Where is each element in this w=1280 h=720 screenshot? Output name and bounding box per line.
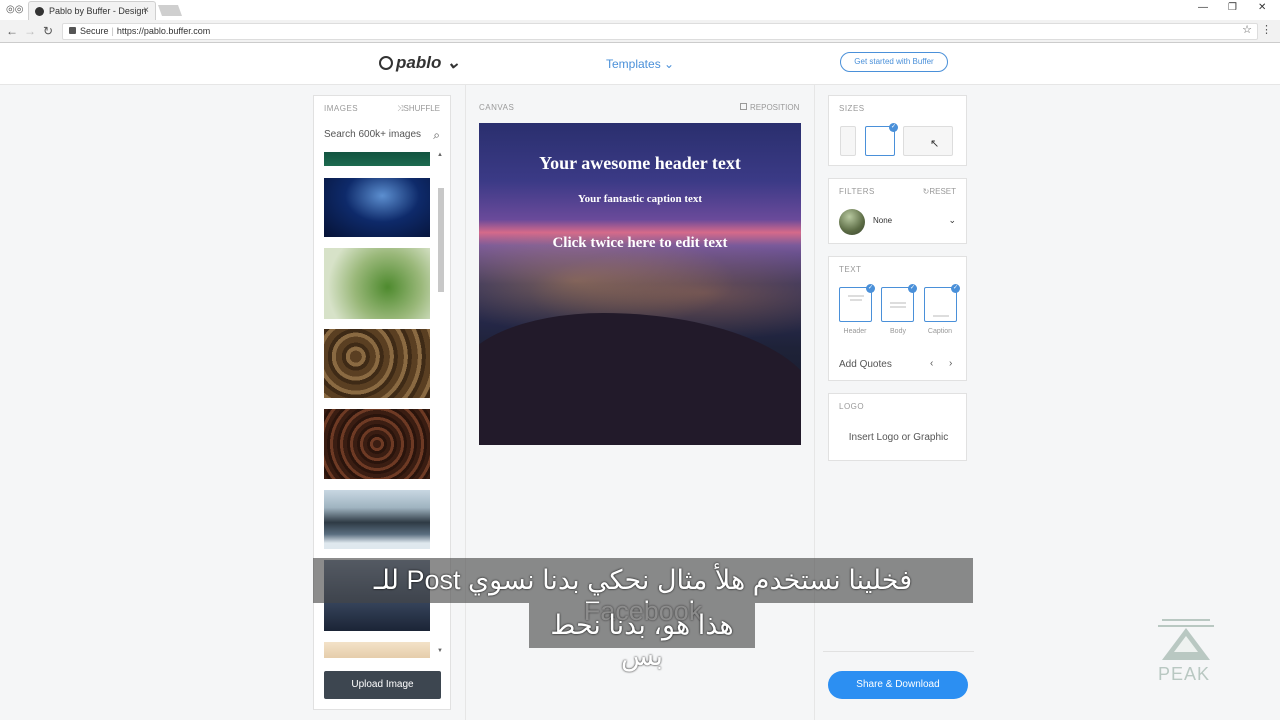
reposition-label: REPOSITION — [750, 103, 800, 112]
lock-icon — [69, 27, 76, 34]
scroll-down-icon[interactable]: ▼ — [437, 648, 443, 654]
line-icon — [933, 315, 949, 317]
line-icon — [890, 306, 906, 308]
text-option-label: Body — [890, 328, 906, 335]
favicon-icon — [35, 7, 44, 16]
image-thumbnail[interactable] — [324, 329, 430, 398]
address-bar: ← → ↻ Secure | https://pablo.buffer.com ☆ … — [0, 20, 1280, 43]
image-thumbnail[interactable] — [324, 178, 430, 237]
design-canvas[interactable]: Your awesome header text Your fantastic … — [479, 123, 801, 445]
logo-panel: LOGO Insert Logo or Graphic — [828, 393, 967, 461]
image-search-input[interactable]: Search 600k+ images — [324, 129, 421, 140]
reposition-icon — [740, 103, 747, 110]
shuffle-label: SHUFFLE — [403, 104, 440, 113]
divider — [823, 651, 974, 652]
text-option-label: Header — [843, 328, 867, 335]
images-title: IMAGES — [324, 104, 359, 113]
templates-menu[interactable]: Templates ⌄ — [606, 57, 674, 71]
browser-menu-icon[interactable]: ⋮ — [1261, 23, 1272, 36]
text-toggle-caption[interactable]: ✓ — [924, 284, 960, 322]
browser-tab[interactable]: Pablo by Buffer - Design × — [28, 1, 156, 20]
tab-title: Pablo by Buffer - Design — [49, 6, 147, 16]
size-option-square[interactable]: ✓ — [865, 123, 898, 156]
subtitle-line-1: فخلينا نستخدم هلأ مثال نحكي بدنا نسوي Po… — [313, 558, 973, 626]
peak-watermark: PEAK — [1156, 616, 1216, 686]
app-header: pablo ⌄ Templates ⌄ Get started with Buf… — [0, 43, 1280, 85]
browser-tab-bar: ◎◎ Pablo by Buffer - Design × — ❐ ✕ — [0, 0, 1280, 20]
sizes-title: SIZES — [839, 104, 865, 113]
pablo-logo[interactable]: pablo ⌄ — [379, 53, 460, 73]
reload-icon[interactable]: ↻ — [43, 24, 53, 38]
text-title: TEXT — [839, 265, 862, 274]
filters-title: FILTERS — [839, 187, 875, 196]
chevron-down-icon: ⌄ — [664, 57, 675, 71]
sizes-panel: SIZES ✓ ↖ — [828, 95, 967, 166]
filters-panel: FILTERS ↻RESET None ⌄ — [828, 178, 967, 244]
logo-text: pablo — [396, 53, 442, 72]
check-icon: ✓ — [951, 284, 960, 293]
text-option-label: Caption — [927, 328, 953, 335]
url-text: https://pablo.buffer.com — [116, 26, 211, 36]
canvas-header-text[interactable]: Your awesome header text — [479, 153, 801, 174]
templates-label: Templates — [606, 57, 661, 71]
scroll-up-icon[interactable]: ▲ — [437, 152, 443, 158]
text-toggle-body[interactable]: ✓ — [881, 284, 917, 322]
size-option-facebook[interactable]: ↖ — [903, 126, 953, 156]
secure-label: Secure — [80, 26, 109, 36]
forward-icon[interactable]: → — [24, 24, 36, 38]
chevron-down-icon[interactable]: ⌄ — [948, 215, 956, 226]
check-icon: ✓ — [908, 284, 917, 293]
window-close-button[interactable]: ✕ — [1258, 2, 1266, 13]
filter-preview-thumbnail — [839, 209, 865, 235]
peak-word: PEAK — [1158, 664, 1211, 684]
size-option-pinterest[interactable] — [840, 126, 856, 156]
text-toggle-header[interactable]: ✓ — [839, 284, 875, 322]
check-icon: ✓ — [866, 284, 875, 293]
chevron-left-icon[interactable]: ‹ — [930, 358, 933, 369]
line-icon — [850, 299, 862, 301]
canvas-caption-text[interactable]: Your fantastic caption text — [479, 193, 801, 205]
check-icon: ✓ — [889, 123, 898, 132]
upload-image-button[interactable]: Upload Image — [324, 671, 441, 699]
share-download-button[interactable]: Share & Download — [828, 671, 968, 699]
minimize-button[interactable]: — — [1198, 2, 1208, 13]
add-quotes-label[interactable]: Add Quotes — [839, 359, 892, 370]
image-thumbnail[interactable] — [324, 152, 430, 166]
divider — [814, 85, 815, 720]
scrollbar-thumb[interactable] — [438, 188, 444, 292]
text-panel: TEXT ✓ ✓ ✓ Header Body Caption Add Quote… — [828, 256, 967, 381]
image-thumbnail[interactable] — [324, 490, 430, 549]
subtitle-line-2: هذا هو، بدنا نحط بس — [529, 603, 755, 671]
tab-close-icon[interactable]: × — [143, 5, 149, 16]
reposition-button[interactable]: REPOSITION — [740, 103, 799, 112]
line-icon — [848, 295, 864, 297]
logo-title: LOGO — [839, 402, 865, 411]
canvas-body-text[interactable]: Click twice here to edit text — [479, 235, 801, 252]
search-icon[interactable]: ⌕ — [433, 128, 440, 143]
image-thumbnail[interactable] — [324, 409, 430, 479]
canvas-title: CANVAS — [479, 103, 515, 112]
shuffle-button[interactable]: ⤨SHUFFLE — [397, 104, 440, 114]
line-icon — [890, 302, 906, 304]
bookmark-star-icon[interactable]: ☆ — [1242, 23, 1252, 36]
image-thumbnail[interactable] — [324, 248, 430, 319]
divider — [465, 85, 466, 720]
image-thumbnail[interactable] — [324, 642, 430, 658]
filter-select[interactable]: None — [873, 216, 892, 225]
get-started-button[interactable]: Get started with Buffer — [840, 52, 948, 72]
reset-filter-button[interactable]: ↻RESET — [923, 187, 956, 196]
chevron-right-icon[interactable]: › — [949, 358, 952, 369]
images-panel: IMAGES ⤨SHUFFLE Search 600k+ images ⌕ ▲ … — [313, 95, 451, 710]
chevron-down-icon: ⌄ — [446, 53, 461, 72]
peak-logo-icon — [1158, 619, 1214, 660]
browser-profile-icon[interactable]: ◎◎ — [6, 4, 23, 15]
new-tab-button[interactable] — [157, 5, 183, 16]
insert-logo-button[interactable]: Insert Logo or Graphic — [829, 432, 968, 443]
reset-label: RESET — [929, 187, 956, 196]
cursor-icon: ↖ — [930, 138, 940, 150]
url-field[interactable]: Secure | https://pablo.buffer.com — [62, 23, 1258, 40]
back-icon[interactable]: ← — [6, 24, 18, 38]
pablo-logo-icon — [379, 56, 393, 70]
restore-button[interactable]: ❐ — [1228, 2, 1237, 13]
